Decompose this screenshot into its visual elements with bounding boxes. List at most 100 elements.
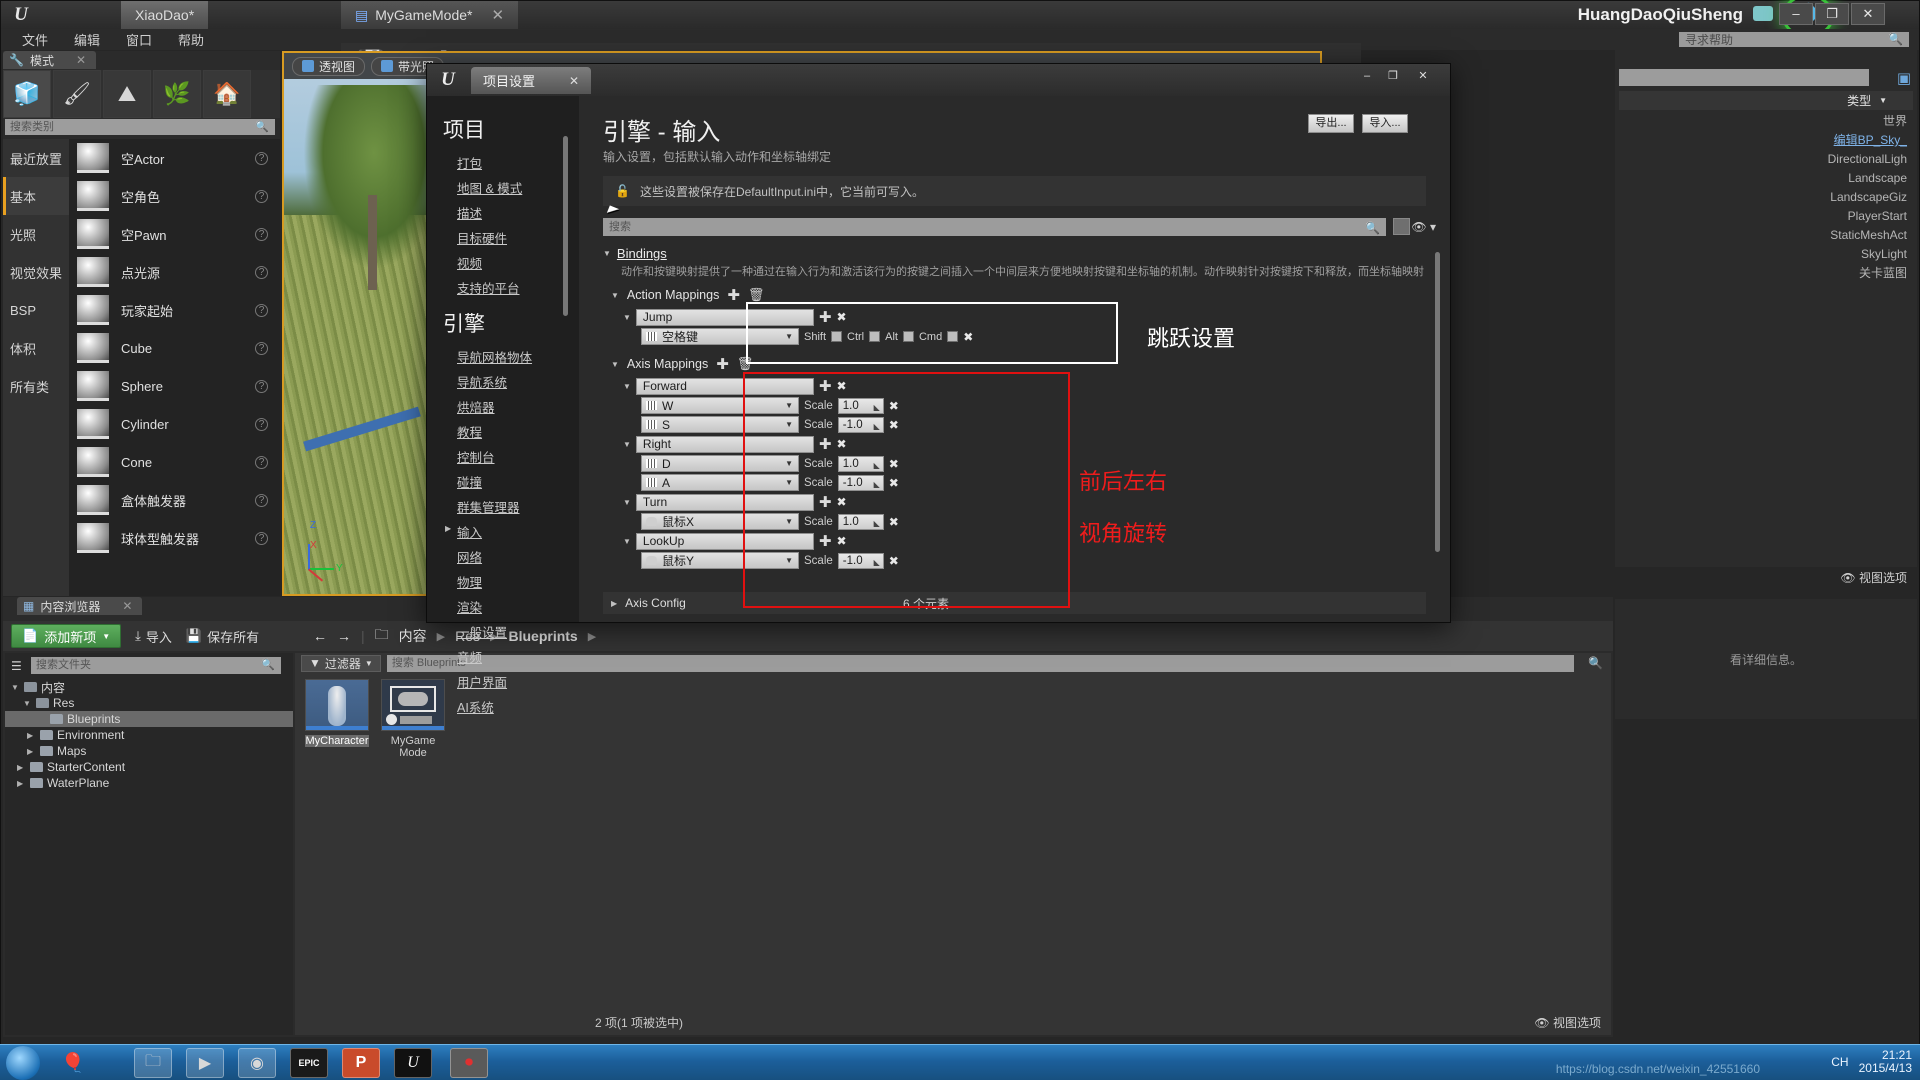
delete-icon[interactable]: ✖ <box>889 554 899 568</box>
foliage-mode-icon[interactable]: 🌿 <box>153 70 201 118</box>
scale-input[interactable]: 1.0 ◣ <box>837 513 884 531</box>
media-player-icon[interactable]: ▶ <box>186 1048 224 1078</box>
import-button[interactable]: 导入... <box>1362 114 1408 133</box>
delete-icon[interactable]: ✖ <box>963 330 973 344</box>
messenger-icon[interactable]: 🎈 <box>54 1048 92 1078</box>
chevron-down-icon[interactable]: ▼ <box>23 699 32 708</box>
delete-icon[interactable]: ✖ <box>889 515 899 529</box>
spinner-icon[interactable]: ◣ <box>874 517 880 531</box>
tree-item-waterplane[interactable]: ▶ WaterPlane <box>5 775 293 791</box>
spinner-icon[interactable]: ◣ <box>874 556 880 570</box>
ps-close-button[interactable]: ✕ <box>1412 69 1434 85</box>
add-actor-icon[interactable]: ▣ <box>1897 69 1911 87</box>
table-row[interactable]: 编辑BP_Sky_ <box>1619 130 1913 149</box>
language-indicator[interactable]: CH <box>1831 1055 1848 1069</box>
list-item[interactable]: 球体型触发器? <box>69 519 280 557</box>
table-row[interactable]: LandscapeGiz <box>1619 187 1913 206</box>
paint-mode-icon[interactable]: 🖌 <box>53 70 101 118</box>
chevron-down-icon[interactable]: ▼ <box>785 556 793 565</box>
plus-icon[interactable]: ✚ <box>727 286 740 304</box>
delete-icon[interactable]: ✖ <box>889 418 899 432</box>
chevron-right-icon[interactable]: ▶ <box>17 763 26 772</box>
shift-checkbox[interactable] <box>831 331 843 342</box>
help-icon[interactable]: ? <box>255 379 268 393</box>
list-item[interactable]: 盒体触发器? <box>69 481 280 519</box>
category-visual-effects[interactable]: 视觉效果 <box>3 253 69 291</box>
tree-item-blueprints[interactable]: Blueprints <box>5 711 293 727</box>
category-all-classes[interactable]: 所有类 <box>3 367 69 405</box>
breadcrumb-item-content[interactable]: 内容 <box>399 626 427 646</box>
ctrl-checkbox[interactable] <box>869 331 881 342</box>
action-name-input[interactable]: Jump <box>635 308 814 326</box>
tree-item-maps[interactable]: ▶ Maps <box>5 743 293 759</box>
nav-item-maps-modes[interactable]: 地图 & 模式 <box>427 175 579 200</box>
nav-item-movies[interactable]: 视频 <box>427 250 579 275</box>
tree-item-environment[interactable]: ▶ Environment <box>5 727 293 743</box>
help-icon[interactable]: ? <box>255 417 268 431</box>
nav-item-navigation-mesh[interactable]: 导航网格物体 <box>427 344 579 369</box>
menu-item-help[interactable]: 帮助 <box>165 30 217 49</box>
nav-item-input[interactable]: ▶ 输入 <box>427 519 579 544</box>
nav-item-description[interactable]: 描述 <box>427 200 579 225</box>
nav-item-collision[interactable]: 碰撞 <box>427 469 579 494</box>
geometry-mode-icon[interactable]: 🏠 <box>203 70 251 118</box>
content-browser-tab[interactable]: ▦ 内容浏览器 ✕ <box>17 597 143 615</box>
chevron-right-icon[interactable]: ▶ <box>27 747 36 756</box>
close-icon[interactable]: ✕ <box>122 599 132 613</box>
chevron-right-icon[interactable]: ▶ <box>17 779 26 788</box>
chevron-down-icon[interactable]: ▼ <box>785 478 793 487</box>
help-icon[interactable]: ? <box>255 493 268 507</box>
chat-icon[interactable] <box>1753 6 1773 21</box>
nav-item-physics[interactable]: 物理 <box>427 569 579 594</box>
chevron-down-icon[interactable]: ▼ <box>623 313 631 322</box>
delete-icon[interactable]: ✖ <box>889 476 899 490</box>
chevron-down-icon[interactable]: ▼ <box>623 382 631 391</box>
chevron-down-icon[interactable]: ▼ <box>365 659 373 668</box>
plus-icon[interactable]: ✚ <box>819 308 832 326</box>
trash-icon[interactable]: 🗑 <box>737 356 754 372</box>
nav-scrollbar[interactable] <box>563 136 568 316</box>
export-button[interactable]: 导出... <box>1308 114 1354 133</box>
key-combo[interactable]: 鼠标X ▼ <box>641 513 799 530</box>
chevron-down-icon[interactable]: ▼ <box>785 401 793 410</box>
list-item[interactable]: Cube? <box>69 329 280 367</box>
spinner-icon[interactable]: ◣ <box>874 478 880 492</box>
axis-name-input[interactable]: LookUp <box>635 532 814 550</box>
project-settings-tab[interactable]: 项目设置 ✕ <box>471 67 592 94</box>
help-icon[interactable]: ? <box>255 303 268 317</box>
help-icon[interactable]: ? <box>255 455 268 469</box>
help-icon[interactable]: ? <box>255 341 268 355</box>
viewport-perspective-button[interactable]: 透视图 <box>292 56 366 76</box>
list-item[interactable]: Sphere? <box>69 367 280 405</box>
nav-item-ai-system[interactable]: AI系统 <box>427 694 579 719</box>
scale-input[interactable]: 1.0 ◣ <box>837 397 884 415</box>
nav-item-packaging[interactable]: 打包 <box>427 150 579 175</box>
modes-panel-tab[interactable]: 🔧 模式 ✕ <box>3 51 97 69</box>
chevron-down-icon[interactable]: ▼ <box>623 498 631 507</box>
nav-item-general-settings[interactable]: 一般设置 <box>427 619 579 644</box>
bindings-section-header[interactable]: ▼ Bindings <box>603 244 1426 263</box>
table-row[interactable]: 世界 <box>1619 111 1913 130</box>
spinner-icon[interactable]: ◣ <box>874 401 880 415</box>
chevron-down-icon[interactable]: ▼ <box>1879 96 1887 105</box>
chevron-down-icon[interactable]: ▼ <box>785 332 793 341</box>
plus-icon[interactable]: ✚ <box>819 493 832 511</box>
menu-item-window[interactable]: 窗口 <box>113 30 165 49</box>
list-item[interactable]: 空Actor? <box>69 139 280 177</box>
axis-config-row[interactable]: ▶ Axis Config 6 个元素 <box>603 592 1426 614</box>
list-item[interactable]: 玩家起始? <box>69 291 280 329</box>
chevron-right-icon[interactable]: ▶ <box>445 524 451 533</box>
editor-tab-level[interactable]: XiaoDao* <box>121 1 209 29</box>
category-lights[interactable]: 光照 <box>3 215 69 253</box>
table-row[interactable]: SkyLight <box>1619 244 1913 263</box>
settings-scrollbar[interactable] <box>1435 252 1440 552</box>
maximize-button[interactable]: ❐ <box>1815 3 1849 25</box>
outliner-search-input[interactable] <box>1619 69 1869 86</box>
plus-icon[interactable]: ✚ <box>716 355 729 373</box>
asset-mycharacter[interactable]: MyCharacter <box>305 679 369 747</box>
chevron-down-icon[interactable]: ▼ <box>102 632 110 641</box>
nav-item-navigation-system[interactable]: 导航系统 <box>427 369 579 394</box>
spinner-icon[interactable]: ◣ <box>874 459 880 473</box>
list-item[interactable]: 空Pawn? <box>69 215 280 253</box>
list-item[interactable]: 点光源? <box>69 253 280 291</box>
